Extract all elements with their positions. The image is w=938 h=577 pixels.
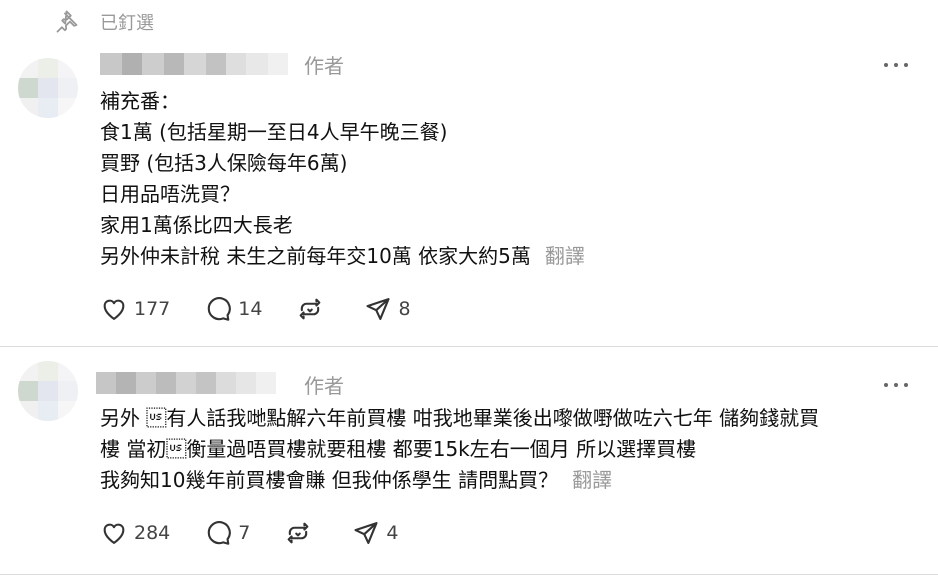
author-badge: 作者 [304, 374, 344, 398]
post-line: 食1萬 (包括星期一至日4人早午晚三餐) [100, 120, 448, 144]
post-content: 另外 有人話我哋點解六年前買樓 咁我地畢業後出嚟做嘢做咗六七年 儲夠錢就買 樓 … [100, 403, 908, 496]
pinned-label: 已釘選 [100, 13, 154, 34]
like-button[interactable]: 284 [100, 519, 170, 547]
dot-icon [894, 63, 898, 67]
post-line: 日用品唔洗買？ [100, 182, 240, 206]
share-button[interactable]: 8 [364, 295, 411, 323]
like-count: 177 [134, 298, 171, 320]
send-icon [354, 522, 378, 544]
pinned-header: 已釘選 [56, 8, 154, 36]
post: 作者 補充番： 食1萬 (包括星期一至日4人早午晚三餐) 買野 (包括3人保險每… [0, 40, 938, 346]
share-count: 4 [386, 522, 399, 544]
pin-icon [56, 10, 78, 33]
dot-icon [894, 383, 898, 387]
post-line: 我夠知10幾年前買樓會賺 但我仲係學生 請問點買？ [100, 468, 559, 492]
post-line: 另外 有人話我哋點解六年前買樓 咁我地畢業後出嚟做嘢做咗六七年 儲夠錢就買 [100, 406, 820, 430]
divider [0, 574, 938, 575]
username[interactable] [100, 53, 288, 75]
dot-icon [884, 63, 888, 67]
comment-icon [208, 297, 232, 321]
translate-link[interactable]: 翻譯 [572, 468, 612, 492]
repost-icon [287, 522, 309, 544]
post-line-last: 另外仲未計稅 未生之前每年交10萬 依家大約5萬 翻譯 [100, 241, 908, 272]
dot-icon [904, 383, 908, 387]
post-line-last: 我夠知10幾年前買樓會賺 但我仲係學生 請問點買？ 翻譯 [100, 465, 908, 496]
like-button[interactable]: 177 [100, 295, 170, 323]
send-icon [366, 298, 391, 320]
post-line: 補充番： [100, 89, 180, 113]
comment-button[interactable]: 14 [204, 295, 262, 323]
post-line: 樓 當初 衡量過唔買樓就要租樓 都要15k左右一個月 所以選擇買樓 [100, 437, 697, 461]
repost-icon [300, 298, 321, 320]
repost-button[interactable] [296, 295, 330, 323]
comment-count: 7 [238, 522, 251, 544]
more-options-button[interactable] [884, 62, 908, 68]
post-content: 補充番： 食1萬 (包括星期一至日4人早午晚三餐) 買野 (包括3人保險每年6萬… [100, 86, 908, 272]
dot-icon [884, 383, 888, 387]
username[interactable] [96, 372, 276, 394]
share-button[interactable]: 4 [352, 519, 398, 547]
comment-button[interactable]: 7 [204, 519, 250, 547]
heart-icon [103, 523, 125, 544]
dot-icon [904, 63, 908, 67]
more-options-button[interactable] [884, 382, 908, 388]
action-bar: 177 14 8 [100, 295, 445, 323]
post-line: 家用1萬係比四大長老 [100, 213, 293, 237]
post-line: 另外仲未計稅 未生之前每年交10萬 依家大約5萬 [100, 244, 531, 268]
author-badge: 作者 [304, 54, 344, 78]
share-count: 8 [398, 298, 411, 320]
translate-link[interactable]: 翻譯 [545, 244, 585, 268]
avatar[interactable] [18, 58, 78, 118]
avatar[interactable] [18, 361, 78, 421]
post: 作者 另外 有人話我哋點解六年前買樓 咁我地畢業後出嚟做嘢做咗六七年 儲夠錢就買… [0, 347, 938, 577]
like-count: 284 [134, 522, 171, 544]
post-line: 買野 (包括3人保險每年6萬) [100, 151, 348, 175]
repost-button[interactable] [284, 519, 318, 547]
heart-icon [103, 299, 125, 320]
action-bar: 284 7 4 [100, 519, 432, 547]
comment-count: 14 [238, 298, 263, 320]
comment-icon [208, 521, 232, 545]
